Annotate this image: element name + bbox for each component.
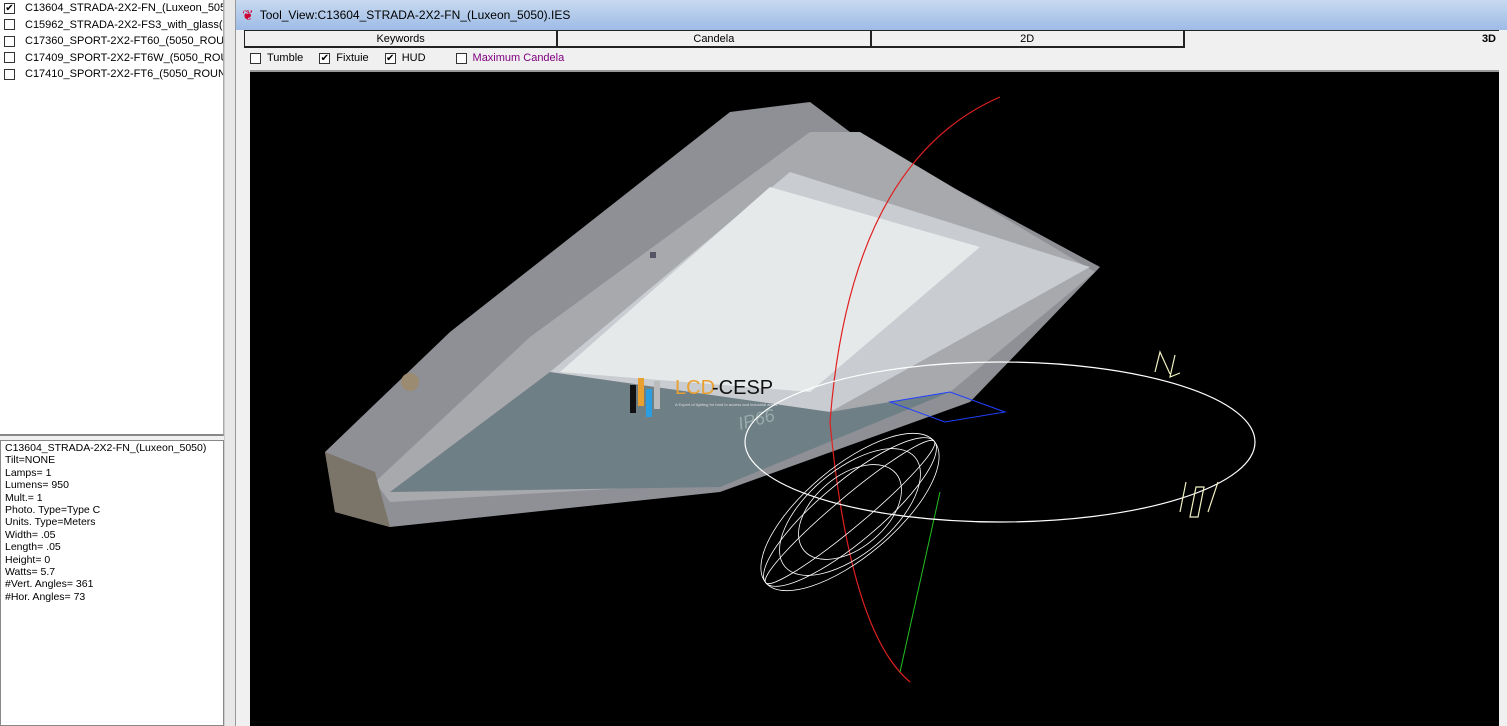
tab-keywords[interactable]: Keywords	[244, 30, 558, 48]
splitter[interactable]	[224, 0, 236, 726]
app-icon: ❦	[242, 6, 254, 23]
photometric-info: C13604_STRADA-2X2-FN_(Luxeon_5050) Tilt=…	[0, 440, 224, 726]
checkbox[interactable]: ✔	[4, 2, 15, 14]
file-name: C13604_STRADA-2X2-FN_(Luxeon_5050	[25, 2, 224, 15]
info-line: Height= 0	[5, 553, 51, 566]
info-line: Length= .05	[5, 541, 61, 554]
option-label: HUD	[401, 52, 426, 64]
file-item[interactable]: C15962_STRADA-2X2-FS3_with_glass(Lu	[0, 17, 223, 34]
view-options: Tumble ✔ Fixtuie ✔ HUD Maximum Candela	[250, 50, 564, 66]
checkbox[interactable]	[250, 52, 261, 64]
logo-text-a: LCD	[675, 377, 715, 399]
option-label: Maximum Candela	[472, 52, 565, 64]
file-name: C17410_SPORT-2X2-FT6_(5050_ROUND	[25, 68, 224, 81]
file-name: C17360_SPORT-2X2-FT60_(5050_ROUN	[25, 35, 224, 48]
info-line: Photo. Type=Type C	[5, 504, 101, 517]
tab-2d[interactable]: 2D	[870, 30, 1184, 48]
info-line: Lamps= 1	[5, 466, 52, 479]
hud-option[interactable]: ✔ HUD	[384, 52, 426, 64]
file-item[interactable]: C17360_SPORT-2X2-FT60_(5050_ROUN	[0, 33, 223, 50]
logo-tagline: A Expert of lighting for hard to access …	[675, 402, 777, 407]
info-line: Units. Type=Meters	[5, 516, 96, 529]
checkbox[interactable]	[4, 35, 15, 47]
checkbox[interactable]	[455, 52, 467, 64]
title-bar: ❦ Tool_View:C13604_STRADA-2X2-FN_(Luxeon_…	[236, 0, 1507, 30]
logo-text-b: -CESP	[712, 377, 773, 399]
file-list[interactable]: ✔ C13604_STRADA-2X2-FN_(Luxeon_5050 C1596…	[0, 0, 224, 436]
checkbox[interactable]: ✔	[319, 52, 331, 64]
info-line: Tilt=NONE	[5, 454, 56, 467]
checkbox[interactable]	[4, 19, 15, 31]
info-line: C13604_STRADA-2X2-FN_(Luxeon_5050)	[5, 442, 207, 454]
option-label: Tumble	[267, 52, 304, 64]
3d-scene: LCD -CESP A Expert of lighting for hard …	[325, 96, 1256, 683]
option-label: Fixtuie	[336, 52, 369, 64]
file-name: C15962_STRADA-2X2-FS3_with_glass(Lu	[25, 18, 224, 31]
info-line: #Hor. Angles= 73	[5, 590, 86, 603]
file-name: C17409_SPORT-2X2-FT6W_(5050_ROUI	[25, 51, 224, 64]
window-title: Tool_View:C13604_STRADA-2X2-FN_(Luxeon_5…	[259, 8, 571, 22]
info-line: #Vert. Angles= 361	[5, 578, 94, 591]
info-line: Mult.= 1	[5, 491, 43, 504]
tool-view-window: ❦ Tool_View:C13604_STRADA-2X2-FN_(Luxeon_…	[236, 0, 1507, 726]
info-line: Width= .05	[5, 528, 56, 541]
angle-labels	[1154, 350, 1219, 518]
file-item[interactable]: C17409_SPORT-2X2-FT6W_(5050_ROUI	[0, 50, 223, 67]
tab-candela[interactable]: Candela	[557, 30, 871, 48]
tumble-option[interactable]: Tumble	[250, 52, 303, 64]
fixture-image	[325, 102, 1100, 527]
fixture-option[interactable]: ✔ Fixtuie	[319, 52, 369, 64]
tab-bar: Keywords Candela 2D 3D	[244, 30, 1507, 48]
info-line: Lumens= 950	[5, 479, 69, 492]
file-item[interactable]: ✔ C13604_STRADA-2X2-FN_(Luxeon_5050	[0, 0, 223, 17]
3d-viewport[interactable]: LCD -CESP A Expert of lighting for hard …	[250, 70, 1499, 726]
tab-3d[interactable]: 3D	[1183, 30, 1507, 48]
checkbox[interactable]: ✔	[384, 52, 396, 64]
checkbox[interactable]	[4, 52, 15, 64]
left-panel: ✔ C13604_STRADA-2X2-FN_(Luxeon_5050 C1596…	[0, 0, 232, 726]
checkbox[interactable]	[4, 68, 15, 80]
scrollbar[interactable]	[1499, 30, 1507, 726]
info-line: Watts= 5.7	[5, 566, 56, 579]
file-item[interactable]: C17410_SPORT-2X2-FT6_(5050_ROUND	[0, 66, 223, 83]
max-candela-option[interactable]: Maximum Candela	[455, 52, 565, 64]
